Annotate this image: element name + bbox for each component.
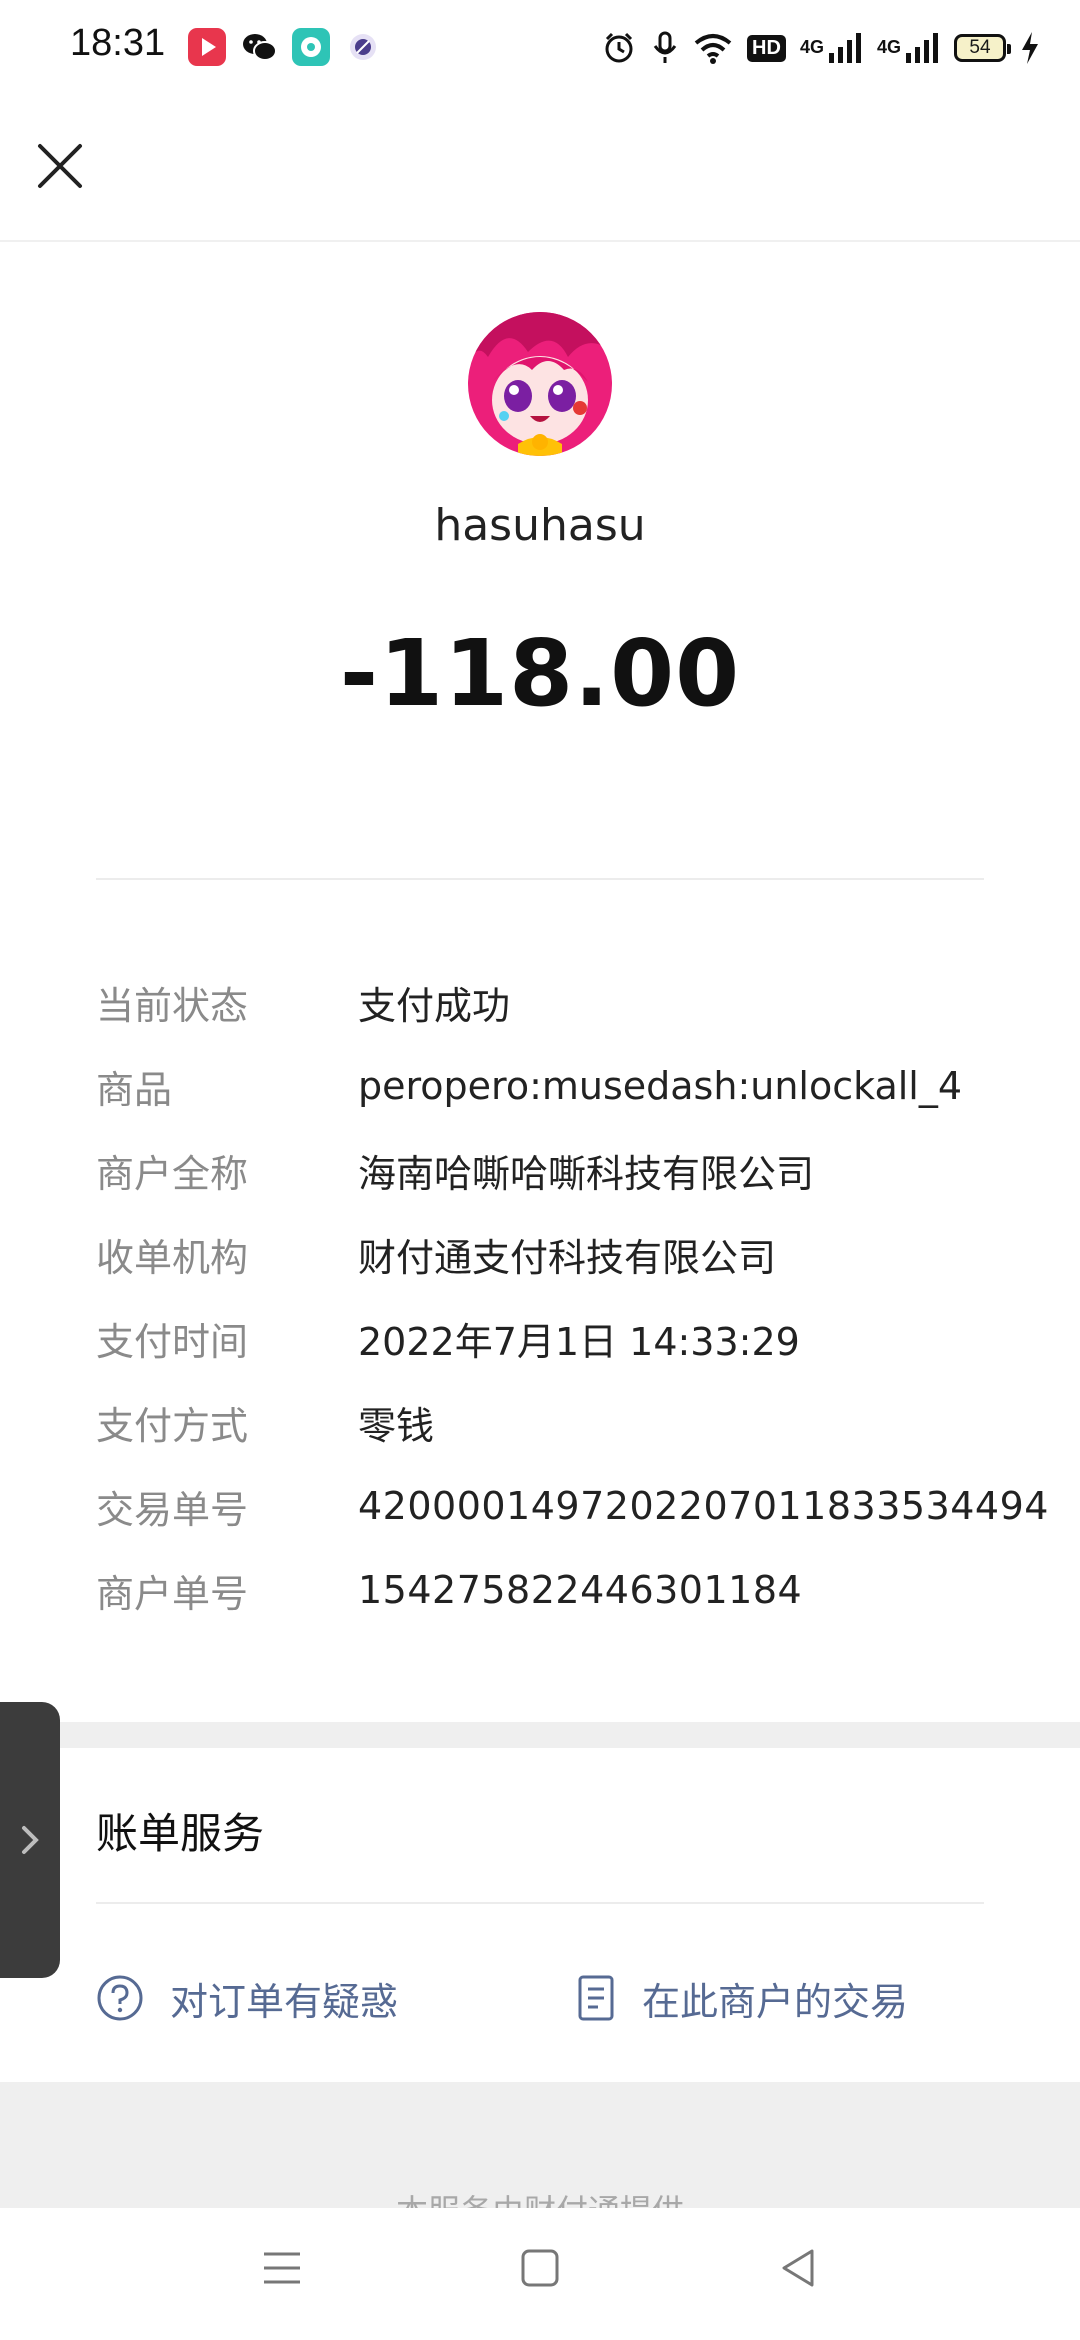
detail-value[interactable]: 154275822446301184 xyxy=(358,1568,802,1612)
detail-row-status: 当前状态 支付成功 xyxy=(96,960,996,1044)
detail-row-acquirer: 收单机构 财付通支付科技有限公司 xyxy=(96,1212,996,1296)
hd-voice-badge: HD xyxy=(747,34,786,62)
detail-value: 零钱 xyxy=(358,1403,435,1448)
microphone-icon xyxy=(653,31,677,63)
chat-app-icon xyxy=(292,28,330,66)
merchant-transactions-label: 在此商户的交易 xyxy=(642,1979,909,2024)
cellular-signal-2: 4G xyxy=(877,33,940,63)
detail-label: 支付时间 xyxy=(96,1319,249,1364)
merchant-avatar xyxy=(468,312,612,456)
signal-bars-icon xyxy=(828,33,861,63)
order-question-link[interactable]: 对订单有疑惑 xyxy=(96,1962,398,2034)
bill-services-links: 对订单有疑惑 在此商户的交易 xyxy=(96,1962,996,2034)
home-square-icon[interactable] xyxy=(520,2246,560,2290)
detail-row-pay-method: 支付方式 零钱 xyxy=(96,1380,996,1464)
detail-value: 支付成功 xyxy=(358,983,511,1028)
transaction-details: 当前状态 支付成功 商品 peropero:musedash:unlockall… xyxy=(96,960,1048,1632)
bill-services-title: 账单服务 xyxy=(96,1809,265,1858)
chevron-right-icon xyxy=(22,1826,39,1854)
side-expand-tab[interactable] xyxy=(0,1702,60,1978)
charging-icon xyxy=(1022,32,1038,64)
merchant-name: hasuhasu xyxy=(434,500,646,551)
detail-label: 商户单号 xyxy=(96,1571,249,1616)
detail-value: peropero:musedash:unlockall_4 xyxy=(358,1064,963,1108)
document-list-icon xyxy=(578,1975,614,2021)
status-indicators: HD 4G 4G 54 xyxy=(601,24,1040,72)
payment-amount: -118.00 xyxy=(339,620,741,727)
section-separator xyxy=(0,1722,1080,1748)
detail-label: 当前状态 xyxy=(96,983,249,1028)
battery-indicator: 54 xyxy=(954,34,1011,62)
video-app-icon xyxy=(188,28,226,66)
status-time: 18:31 xyxy=(70,22,166,64)
close-icon xyxy=(38,144,82,188)
back-triangle-icon[interactable] xyxy=(778,2246,818,2290)
merchant-transactions-link[interactable]: 在此商户的交易 xyxy=(576,1962,908,2034)
menu-icon[interactable] xyxy=(262,2246,302,2290)
detail-label: 收单机构 xyxy=(96,1235,249,1280)
footer: 本服务由财付通提供 xyxy=(0,2082,1080,2212)
detail-value: 海南哈嘶哈嘶科技有限公司 xyxy=(358,1151,815,1196)
status-bar: 18:31 HD 4G 4G 54 xyxy=(0,0,1080,96)
order-question-label: 对订单有疑惑 xyxy=(170,1979,399,2024)
header-divider xyxy=(96,878,984,880)
detail-label: 商品 xyxy=(96,1067,173,1112)
battery-level: 54 xyxy=(969,37,991,58)
detail-row-pay-time: 支付时间 2022年7月1日 14:33:29 xyxy=(96,1296,996,1380)
network-type-label: 4G xyxy=(799,36,824,57)
detail-value: 财付通支付科技有限公司 xyxy=(358,1235,777,1280)
detail-value: 2022年7月1日 14:33:29 xyxy=(358,1319,800,1364)
detail-row-transaction-id: 交易单号 4200001497202207011833534494 xyxy=(96,1464,1048,1548)
services-divider xyxy=(96,1902,984,1904)
system-navigation-bar xyxy=(0,2208,1080,2340)
top-bar xyxy=(0,96,1080,242)
misc-app-icon xyxy=(344,28,382,66)
detail-label: 商户全称 xyxy=(96,1151,249,1196)
cellular-signal-1: 4G xyxy=(800,33,863,63)
close-button[interactable] xyxy=(30,136,90,196)
detail-row-merchant-order-id: 商户单号 154275822446301184 xyxy=(96,1548,996,1632)
detail-label: 支付方式 xyxy=(96,1403,249,1448)
detail-value[interactable]: 4200001497202207011833534494 xyxy=(358,1484,1049,1528)
detail-label: 交易单号 xyxy=(96,1487,249,1532)
question-circle-icon xyxy=(97,1975,143,2021)
wifi-icon xyxy=(694,34,732,64)
wechat-icon xyxy=(240,28,278,66)
signal-bars-icon xyxy=(906,33,938,63)
detail-row-product: 商品 peropero:musedash:unlockall_4 xyxy=(96,1044,996,1128)
detail-row-merchant-name: 商户全称 海南哈嘶哈嘶科技有限公司 xyxy=(96,1128,996,1212)
network-type-label: 4G xyxy=(876,36,901,57)
alarm-icon xyxy=(605,32,633,63)
